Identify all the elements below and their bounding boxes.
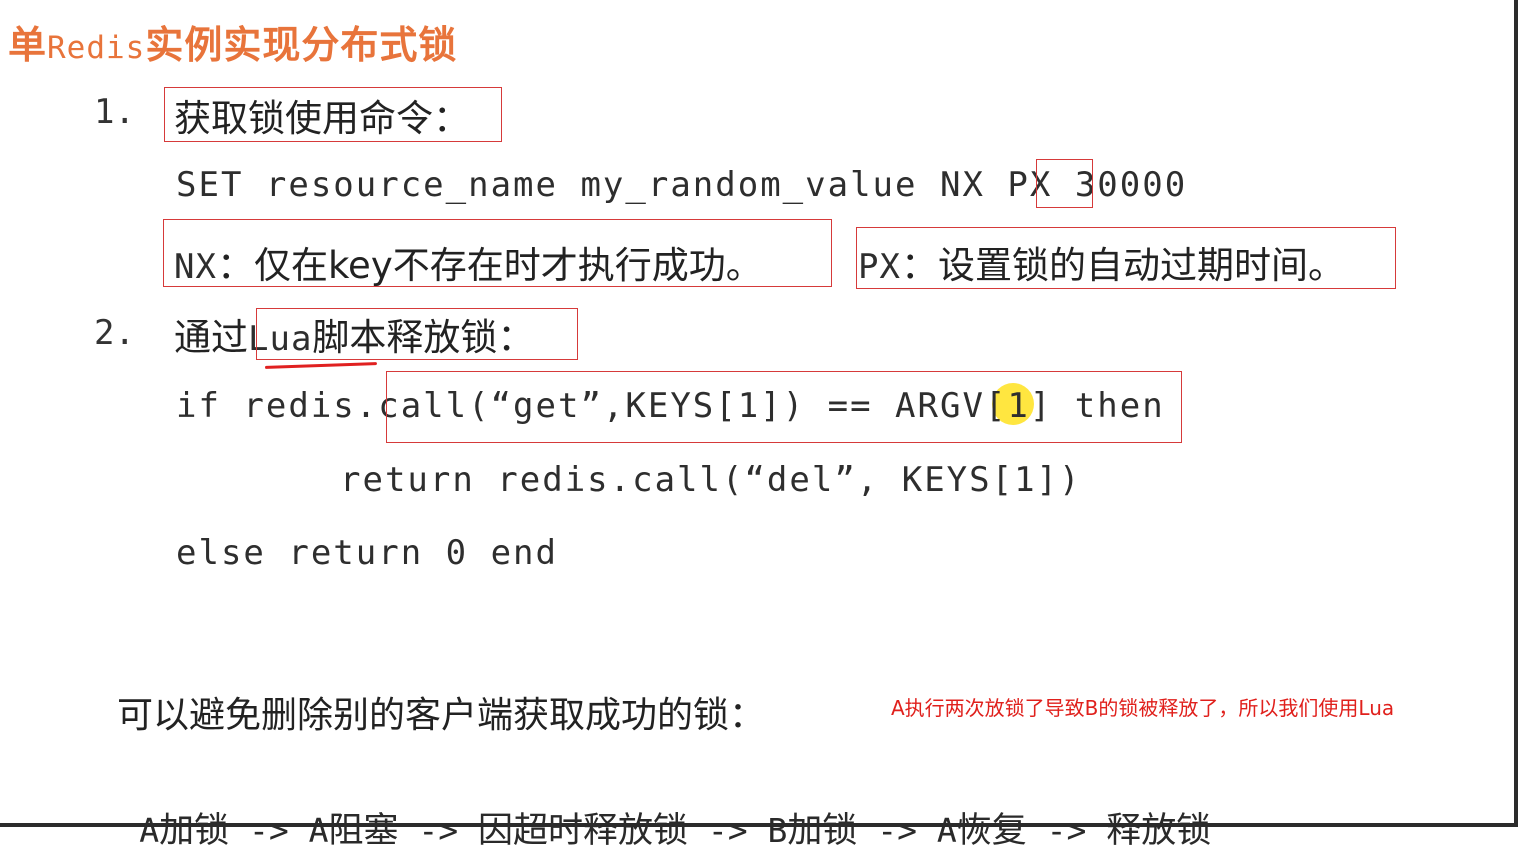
set-command-nx: NX [939,165,985,205]
flow-step-1-actor: A [139,811,160,850]
lua-condition-box [386,371,1182,443]
title-suffix: 实例实现分布式锁 [145,23,458,67]
nx-explanation-box [163,219,832,287]
flow-step-3: 因超时释放锁 [478,811,689,851]
step1-number: 1. [94,92,135,132]
flow-step-1: 加锁 [159,811,230,851]
nx-box [1036,159,1093,208]
flow-step-5-actor: -> A [857,811,957,850]
red-underline-annotation [264,362,378,369]
window-right-edge [1514,0,1518,827]
px-explanation-box [856,227,1396,289]
flow-step-5: 恢复 [956,811,1027,851]
lua-line3: else return 0 end [176,533,558,573]
flow-arrow-3: -> [398,811,478,850]
flow-step-6: 释放锁 [1106,811,1212,851]
lua-script-box [256,308,578,360]
annotation-note: A执行两次放锁了导致B的锁被释放了，所以我们使用Lua [891,696,1395,720]
step1-heading-box [164,87,502,142]
flow-step-4: 加锁 [787,811,858,851]
lua-line2: return redis.call(“del”, KEYS[1]) [340,460,1082,500]
flow-step-4-actor: -> B [688,811,788,850]
summary-text: 可以避免删除别的客户端获取成功的锁： [117,695,766,736]
step2-heading-prefix: 通过 [174,316,248,359]
title-redis: Redis [47,30,146,66]
page-title: 单Redis实例实现分布式锁 [8,14,457,69]
flow-step-2-actor: -> A [229,811,329,850]
window-bottom-edge [0,823,1518,827]
flow-step-2: 阻塞 [328,811,399,851]
title-prefix: 单 [8,23,48,67]
lock-flow: A加锁 -> A阻塞 -> 因超时释放锁 -> B加锁 -> A恢复 -> 释放… [117,762,1211,853]
step2-number: 2. [94,313,135,353]
lua-line1-start: if redis [176,386,356,426]
flow-arrow-6: -> [1026,811,1107,850]
set-command-prefix: SET resource_name my_random_value [176,165,940,205]
